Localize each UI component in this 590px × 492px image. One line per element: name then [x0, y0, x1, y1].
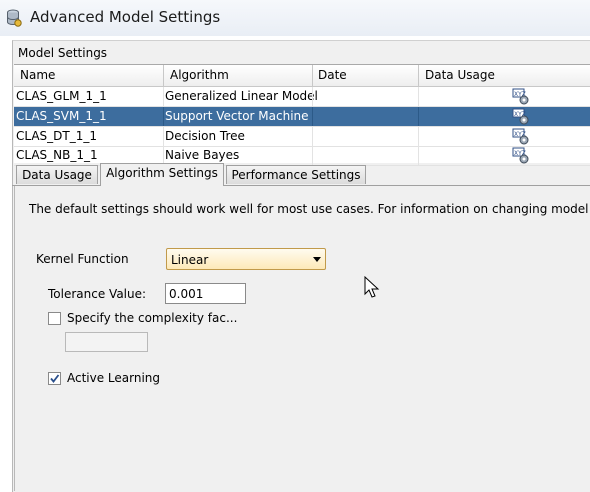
- data-usage-icon[interactable]: XYZ: [512, 128, 530, 145]
- row-algorithm: Decision Tree: [165, 129, 245, 143]
- row-algorithm: Support Vector Machine: [165, 109, 309, 123]
- column-header-algorithm[interactable]: Algorithm: [170, 68, 229, 82]
- tolerance-value-label: Tolerance Value:: [48, 287, 147, 301]
- settings-tabs: Data Usage Algorithm Settings Performanc…: [12, 163, 590, 186]
- info-text: The default settings should work well fo…: [29, 202, 590, 216]
- model-settings-table: Name Algorithm Date Data Usage CLAS_GLM_…: [14, 64, 590, 166]
- column-header-date[interactable]: Date: [318, 68, 347, 82]
- data-usage-icon[interactable]: XYZ: [512, 88, 530, 105]
- table-row[interactable]: CLAS_SVM_1_1 Support Vector Machine XYZ: [14, 107, 590, 127]
- row-name: CLAS_DT_1_1: [16, 129, 98, 143]
- tab-label: Algorithm Settings: [106, 166, 218, 180]
- tab-label: Performance Settings: [231, 168, 361, 182]
- window-title: Advanced Model Settings: [30, 8, 221, 26]
- row-name: CLAS_GLM_1_1: [16, 89, 107, 103]
- tab-performance-settings[interactable]: Performance Settings: [226, 165, 366, 184]
- complexity-factor-label: Specify the complexity fac...: [67, 311, 238, 325]
- row-name: CLAS_NB_1_1: [16, 148, 98, 162]
- table-header: Name Algorithm Date Data Usage: [14, 65, 590, 87]
- active-learning-label: Active Learning: [67, 371, 161, 385]
- data-usage-icon[interactable]: XYZ: [512, 147, 530, 164]
- row-algorithm: Generalized Linear Model: [165, 89, 318, 103]
- active-learning-checkbox[interactable]: [48, 372, 61, 385]
- table-row[interactable]: CLAS_GLM_1_1 Generalized Linear Model XY…: [14, 87, 590, 107]
- kernel-function-label: Kernel Function: [36, 252, 129, 266]
- tab-data-usage[interactable]: Data Usage: [16, 165, 98, 184]
- tab-algorithm-settings[interactable]: Algorithm Settings: [100, 163, 224, 186]
- kernel-function-dropdown[interactable]: Linear: [166, 248, 326, 270]
- complexity-factor-input[interactable]: [65, 332, 148, 352]
- chevron-down-icon: [313, 257, 321, 262]
- section-title-model-settings: Model Settings: [18, 46, 108, 60]
- tolerance-value: 0.001: [169, 287, 204, 301]
- table-row[interactable]: CLAS_DT_1_1 Decision Tree XYZ: [14, 127, 590, 147]
- column-header-data-usage[interactable]: Data Usage: [425, 68, 495, 82]
- database-icon: [7, 9, 22, 27]
- title-bar: Advanced Model Settings: [0, 0, 590, 36]
- row-name: CLAS_SVM_1_1: [16, 109, 107, 123]
- row-algorithm: Naive Bayes: [165, 148, 240, 162]
- tolerance-value-input[interactable]: 0.001: [165, 283, 246, 304]
- complexity-factor-checkbox[interactable]: [48, 312, 61, 325]
- data-usage-icon[interactable]: XYZ: [512, 108, 530, 125]
- column-header-name[interactable]: Name: [20, 68, 55, 82]
- kernel-function-value: Linear: [171, 253, 209, 267]
- checkmark-icon: [50, 374, 60, 383]
- mouse-cursor-icon: [364, 276, 380, 298]
- tab-label: Data Usage: [22, 168, 92, 182]
